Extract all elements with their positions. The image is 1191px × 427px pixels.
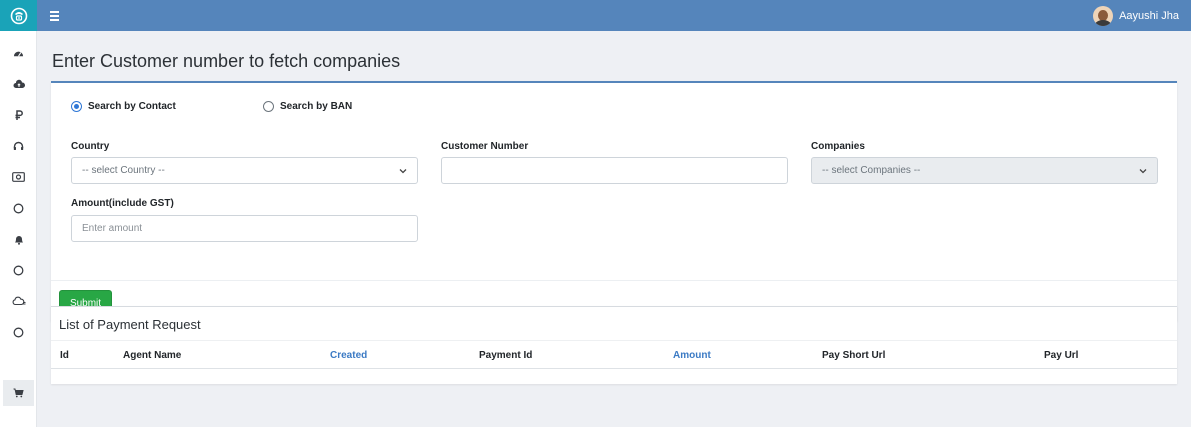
cart-icon bbox=[13, 388, 24, 398]
amount-input[interactable] bbox=[82, 216, 417, 241]
chevron-down-icon bbox=[399, 169, 407, 174]
companies-label: Companies bbox=[811, 141, 865, 152]
sidebar-item-option-3[interactable] bbox=[3, 319, 34, 345]
sidebar-item-cart[interactable] bbox=[3, 380, 34, 406]
bell-icon bbox=[14, 235, 23, 245]
country-select[interactable]: -- select Country -- bbox=[71, 157, 418, 184]
avatar bbox=[1093, 5, 1114, 26]
headset-icon bbox=[13, 141, 24, 150]
sidebar-item-support[interactable] bbox=[3, 133, 34, 159]
column-header-amount[interactable]: Amount bbox=[673, 350, 711, 361]
search-by-ban-radio[interactable] bbox=[263, 101, 274, 112]
telephone-logo-icon bbox=[10, 7, 27, 24]
column-header-id: Id bbox=[60, 350, 69, 361]
sidebar-item-option-2[interactable] bbox=[3, 257, 34, 283]
search-by-contact-radio[interactable] bbox=[71, 101, 82, 112]
sidebar-item-dashboard[interactable] bbox=[3, 40, 34, 66]
circle-icon bbox=[13, 327, 24, 337]
sidebar-item-option-1[interactable] bbox=[3, 195, 34, 221]
payment-requests-title: List of Payment Request bbox=[59, 317, 201, 332]
ruble-icon bbox=[15, 109, 23, 120]
card-footer-divider bbox=[51, 280, 1177, 281]
country-label: Country bbox=[71, 141, 110, 152]
customer-number-field[interactable] bbox=[441, 157, 788, 184]
column-header-created[interactable]: Created bbox=[330, 350, 367, 361]
column-header-pay-short-url: Pay Short Url bbox=[822, 350, 886, 361]
app-logo[interactable] bbox=[0, 0, 37, 31]
top-navbar: Aayushi Jha bbox=[0, 0, 1191, 31]
circle-icon bbox=[13, 203, 24, 213]
search-by-contact-label: Search by Contact bbox=[88, 101, 176, 112]
search-by-contact-option[interactable]: Search by Contact bbox=[71, 101, 176, 112]
sidebar bbox=[0, 31, 37, 427]
search-by-ban-option[interactable]: Search by BAN bbox=[263, 101, 352, 112]
user-name: Aayushi Jha bbox=[1119, 9, 1179, 22]
dashboard-icon bbox=[13, 51, 24, 57]
page-title: Enter Customer number to fetch companies bbox=[52, 51, 401, 71]
column-header-pay-url: Pay Url bbox=[1044, 350, 1079, 361]
cloud-icon bbox=[12, 296, 25, 306]
column-header-payment-id: Payment Id bbox=[479, 350, 533, 361]
chevron-down-icon bbox=[1139, 169, 1147, 174]
search-form-card: Search by Contact Search by BAN Country … bbox=[51, 81, 1177, 321]
user-menu[interactable]: Aayushi Jha bbox=[1093, 0, 1179, 31]
column-header-agent-name: Agent Name bbox=[123, 350, 182, 361]
customer-number-input[interactable] bbox=[452, 158, 787, 183]
sidebar-item-upload[interactable] bbox=[3, 71, 34, 97]
payment-table-header: Id Agent Name Created Payment Id Amount … bbox=[51, 340, 1177, 369]
country-select-value: -- select Country -- bbox=[82, 165, 165, 176]
companies-select[interactable]: -- select Companies -- bbox=[811, 157, 1158, 184]
sidebar-item-payments[interactable] bbox=[3, 164, 34, 190]
main-content: Enter Customer number to fetch companies… bbox=[37, 31, 1191, 427]
search-by-ban-label: Search by BAN bbox=[280, 101, 353, 112]
companies-select-value: -- select Companies -- bbox=[822, 165, 921, 176]
menu-toggle-icon[interactable] bbox=[50, 9, 64, 23]
customer-number-label: Customer Number bbox=[441, 141, 529, 152]
cloud-upload-icon bbox=[13, 79, 25, 88]
circle-icon bbox=[13, 265, 24, 275]
amount-field[interactable] bbox=[71, 215, 418, 242]
amount-label: Amount(include GST) bbox=[71, 198, 174, 209]
sidebar-item-cloud[interactable] bbox=[3, 288, 34, 314]
payment-requests-card: List of Payment Request Id Agent Name Cr… bbox=[51, 306, 1177, 384]
money-icon bbox=[12, 172, 25, 182]
sidebar-item-notifications[interactable] bbox=[3, 226, 34, 252]
sidebar-item-ruble[interactable] bbox=[3, 102, 34, 128]
